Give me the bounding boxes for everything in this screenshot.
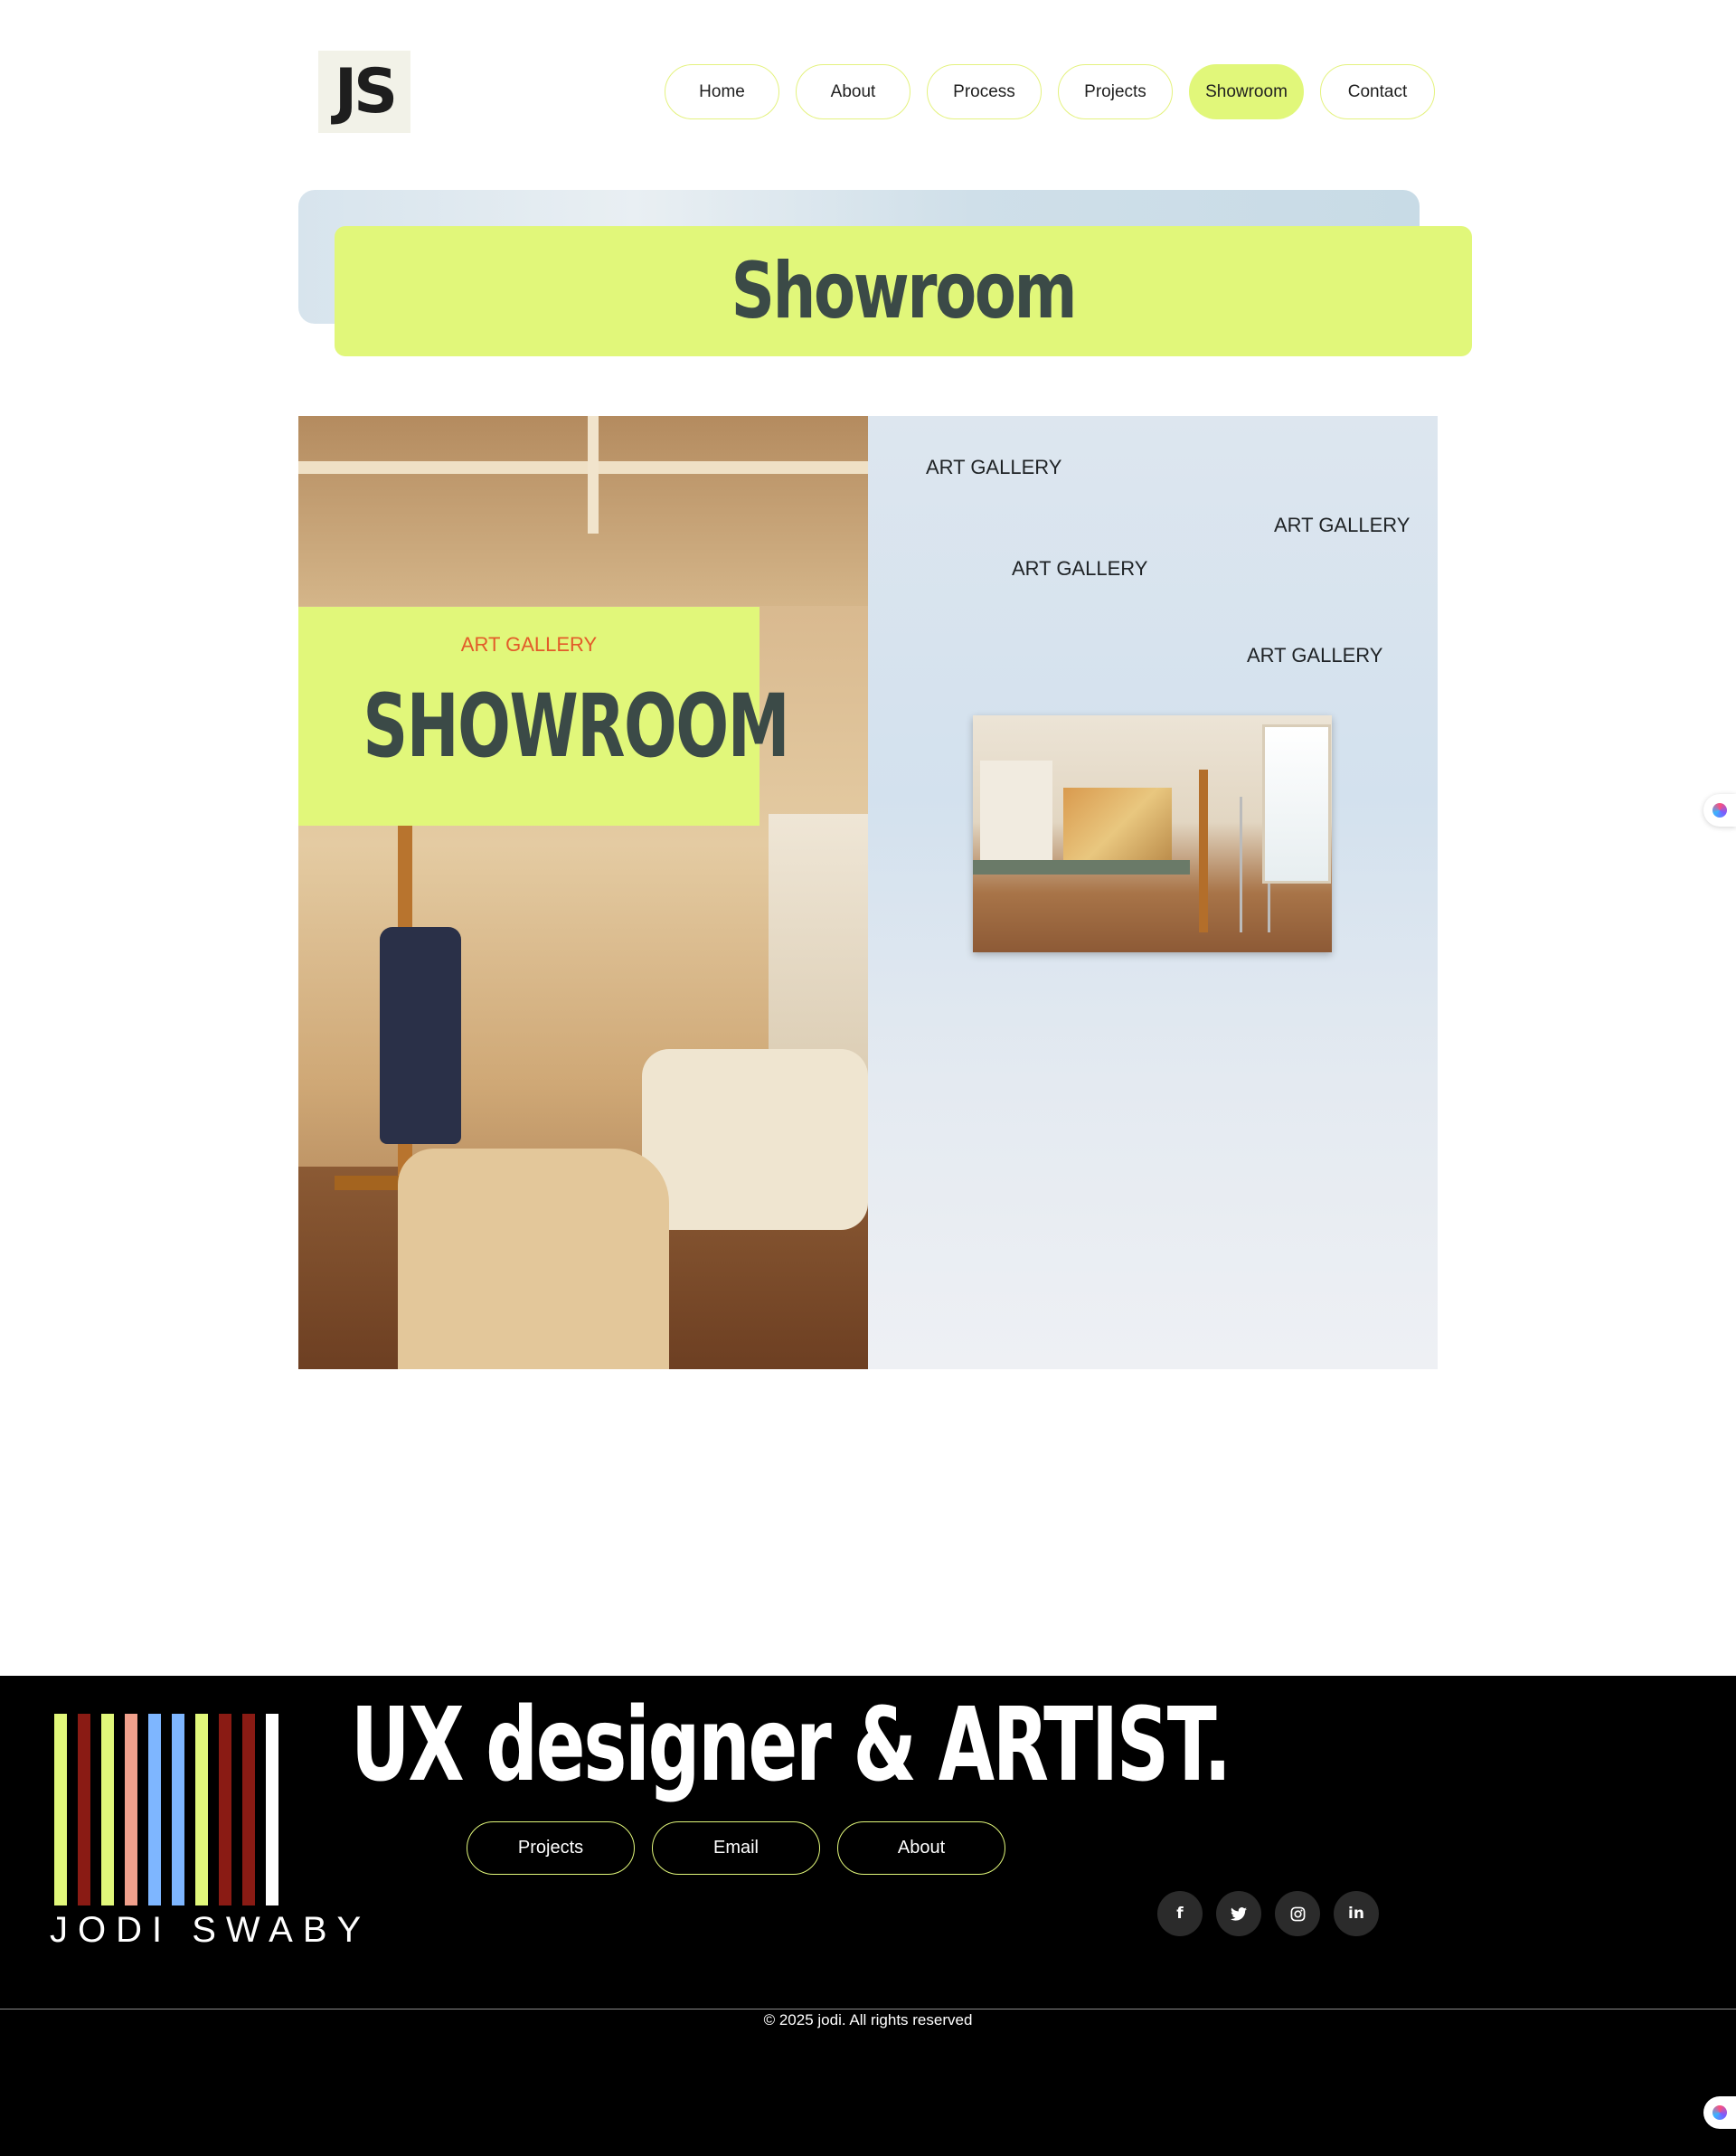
brain-icon: [1712, 803, 1727, 818]
brand-name: JODI SWABY: [50, 1910, 372, 1950]
art-gallery-label-1: ART GALLERY: [926, 456, 1062, 478]
studio-pipe: [588, 416, 599, 534]
copyright-text: © 2025 jodi. All rights reserved: [763, 2011, 973, 2028]
footer-email-button[interactable]: Email: [652, 1821, 820, 1875]
facebook-icon[interactable]: f: [1157, 1891, 1203, 1936]
studio-ceiling: [298, 416, 868, 606]
showroom-heading: SHOWROOM: [363, 676, 789, 777]
instagram-icon[interactable]: [1275, 1891, 1320, 1936]
footer-links: Projects Email About: [467, 1821, 1005, 1875]
brand-barcode-logo: [54, 1714, 278, 1905]
twitter-icon[interactable]: [1216, 1891, 1261, 1936]
studio-image: [298, 416, 868, 1369]
logo-text: JS: [334, 55, 398, 128]
page-title: Showroom: [731, 246, 1078, 336]
photo-table: [973, 860, 1190, 875]
barcode-bar: [148, 1714, 161, 1905]
nav-contact[interactable]: Contact: [1320, 64, 1435, 119]
page-title-box: Showroom: [335, 226, 1472, 356]
barcode-bar: [219, 1714, 231, 1905]
barcode-bar: [172, 1714, 184, 1905]
footer-projects-button[interactable]: Projects: [467, 1821, 635, 1875]
barcode-bar: [125, 1714, 137, 1905]
photo-shelf: [980, 761, 1052, 869]
studio-photo: [973, 715, 1332, 952]
footer-tagline: UX designer & ARTIST.: [351, 1687, 1231, 1804]
overlay-art-gallery-label: ART GALLERY: [460, 633, 598, 656]
photo-easel: [1199, 770, 1208, 932]
brain-icon: [1712, 2105, 1727, 2120]
accessibility-widget-button[interactable]: [1703, 794, 1736, 827]
barcode-bar: [195, 1714, 208, 1905]
studio-fabric: [398, 1149, 669, 1369]
studio-beam: [298, 461, 868, 474]
barcode-bar: [78, 1714, 90, 1905]
accessibility-widget-button-bottom[interactable]: [1703, 2096, 1736, 2129]
barcode-bar: [242, 1714, 255, 1905]
nav-projects[interactable]: Projects: [1058, 64, 1173, 119]
main-nav: Home About Process Projects Showroom Con…: [665, 64, 1435, 119]
footer-about-button[interactable]: About: [837, 1821, 1005, 1875]
studio-table-clutter: [642, 1049, 868, 1230]
nav-about[interactable]: About: [796, 64, 910, 119]
site-logo[interactable]: JS: [318, 51, 410, 133]
barcode-bar: [101, 1714, 114, 1905]
nav-home[interactable]: Home: [665, 64, 779, 119]
nav-process[interactable]: Process: [927, 64, 1042, 119]
studio-apron: [380, 927, 461, 1144]
photo-window: [1262, 724, 1331, 884]
barcode-bar: [266, 1714, 278, 1905]
photo-canvas: [1063, 788, 1172, 869]
art-gallery-label-2: ART GALLERY: [1274, 514, 1410, 536]
art-gallery-label-4: ART GALLERY: [1247, 644, 1383, 667]
linkedin-icon[interactable]: in: [1334, 1891, 1379, 1936]
art-gallery-label-3: ART GALLERY: [1012, 557, 1148, 580]
barcode-bar: [54, 1714, 67, 1905]
social-links: f in: [1157, 1891, 1379, 1936]
nav-showroom[interactable]: Showroom: [1189, 64, 1304, 119]
